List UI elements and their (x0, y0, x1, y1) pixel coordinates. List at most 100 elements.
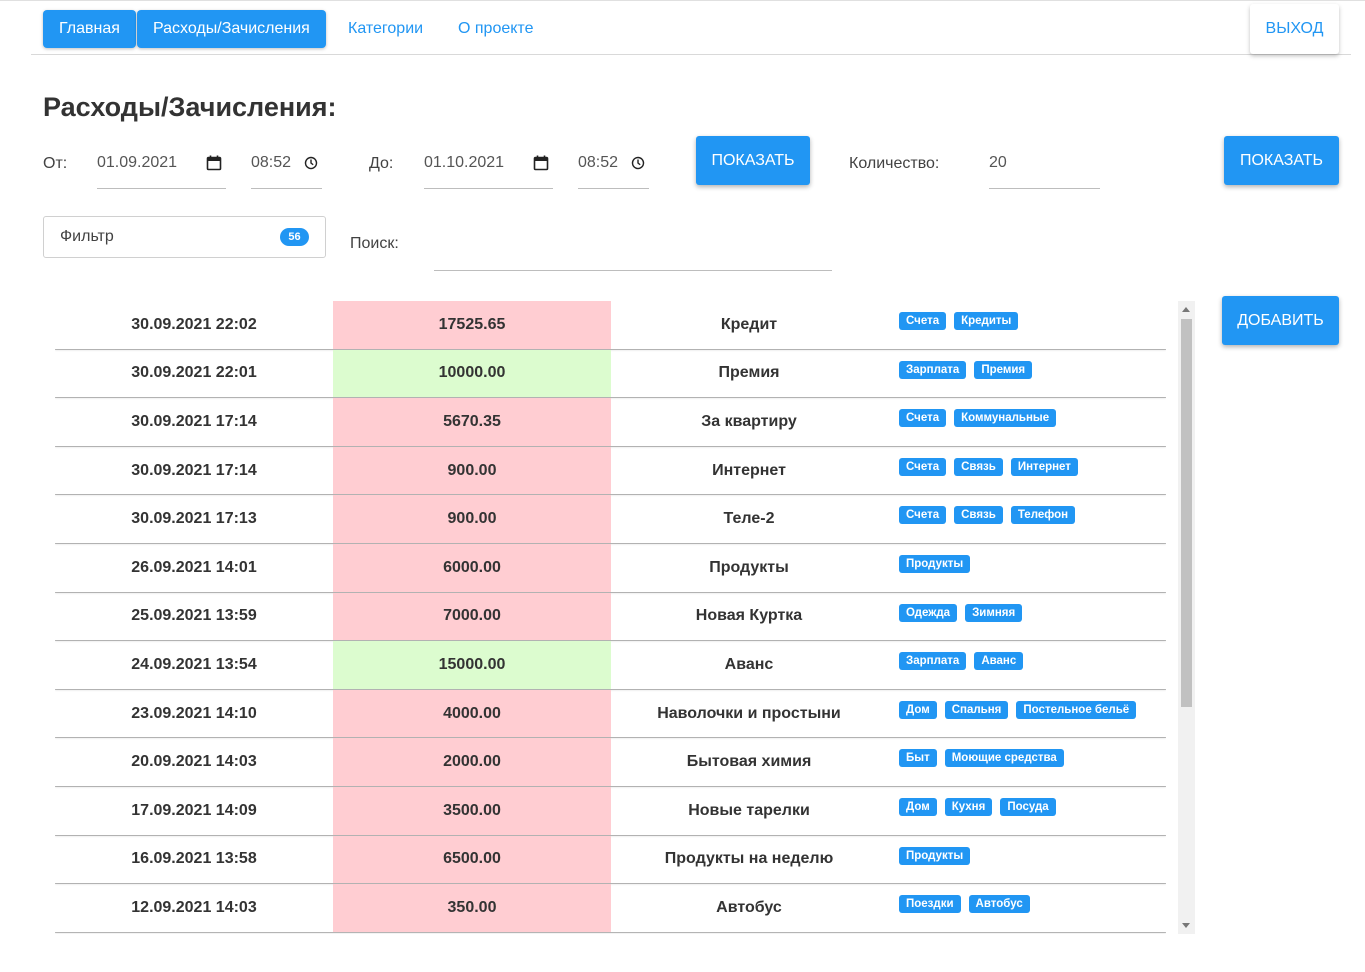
transaction-row[interactable]: 16.09.2021 13:58 6500.00 Продукты на недел… (55, 835, 1166, 885)
from-time-field[interactable]: 08:52 (251, 138, 322, 189)
transaction-date: 24.09.2021 13:54 (131, 655, 257, 673)
transaction-row[interactable]: 24.09.2021 13:54 15000.00 Аванс Зарплата Ава… (55, 641, 1166, 690)
category-tag[interactable]: Счета (899, 312, 947, 330)
add-button[interactable]: Добавить (1222, 296, 1339, 345)
nav-home[interactable]: Главная (43, 10, 136, 48)
transaction-tags: Поездки Автобус (899, 884, 1159, 932)
filter-dropdown[interactable]: Фильтр 56 (43, 216, 326, 258)
list-scrollbar[interactable] (1178, 301, 1195, 934)
nav-about[interactable]: О проекте (442, 10, 549, 48)
category-tag[interactable]: Интернет (1010, 457, 1078, 476)
transaction-row[interactable]: 30.09.2021 17:14 900.00 Интернет Счета Связь… (55, 446, 1166, 496)
transaction-name: Продукты на неделю (664, 850, 834, 868)
transaction-row[interactable]: 30.09.2021 17:13 900.00 Теле-2 Счета Связь Те… (55, 495, 1166, 544)
page-title: Расходы/Зачисления: (43, 92, 337, 122)
transaction-amount: 17525.65 (333, 301, 611, 349)
transaction-name: За квартиру (701, 412, 797, 430)
search-label: Поиск: (350, 235, 399, 252)
category-tag[interactable]: Зарплата (899, 360, 967, 379)
category-tag[interactable]: Дом (899, 797, 937, 816)
category-tag[interactable]: Зарплата (899, 652, 967, 671)
transaction-date: 30.09.2021 17:13 (131, 510, 257, 528)
transaction-name: Автобус (716, 898, 782, 916)
calendar-icon[interactable] (206, 155, 222, 171)
transaction-amount: 7000.00 (333, 592, 611, 641)
navbar: Главная Расходы/Зачисления Категории О п… (31, 4, 1351, 55)
clock-icon[interactable] (304, 156, 318, 170)
category-tag[interactable]: Счета (899, 409, 947, 428)
category-tag[interactable]: Продукты (899, 554, 971, 573)
transaction-date: 12.09.2021 14:03 (131, 898, 257, 916)
transaction-tags: Счета Связь Интернет (899, 447, 1159, 495)
scrollbar-thumb[interactable] (1181, 319, 1192, 707)
category-tag[interactable]: Счета (899, 506, 947, 525)
logout-button[interactable]: Выход (1250, 4, 1339, 54)
transaction-name: Теле-2 (723, 510, 775, 528)
transaction-row[interactable]: 20.09.2021 14:03 2000.00 Бытовая химия Быт М… (55, 738, 1166, 787)
transaction-tags: Зарплата Премия (899, 350, 1159, 398)
category-tag[interactable]: Продукты (899, 846, 971, 865)
scroll-up-arrow[interactable] (1182, 307, 1190, 312)
transaction-name: Наволочки и простыни (657, 704, 841, 722)
search-input[interactable] (434, 220, 832, 271)
transaction-date: 16.09.2021 13:58 (131, 850, 257, 868)
category-tag[interactable]: Аванс (974, 652, 1024, 671)
category-tag[interactable]: Счета (899, 457, 947, 476)
show-period-button[interactable]: Показать (696, 136, 810, 185)
nav-categories[interactable]: Категории (332, 10, 439, 48)
category-tag[interactable]: Спальня (944, 700, 1009, 719)
category-tag[interactable]: Премия (974, 360, 1033, 379)
count-label: Количество: (849, 155, 940, 172)
from-date-field[interactable]: 01.09.2021 (97, 138, 226, 189)
transaction-date: 25.09.2021 13:59 (131, 607, 257, 625)
transaction-date: 30.09.2021 22:01 (131, 364, 257, 382)
scroll-down-arrow[interactable] (1182, 923, 1190, 928)
transaction-date: 30.09.2021 17:14 (131, 461, 257, 479)
transaction-tags: Дом Спальня Постельное бельё (899, 690, 1159, 738)
category-tag[interactable]: Постельное бельё (1016, 700, 1137, 719)
transaction-row[interactable]: 25.09.2021 13:59 7000.00 Новая Куртка Одежд… (55, 592, 1166, 642)
transaction-amount: 900.00 (333, 446, 611, 495)
category-tag[interactable]: Дом (899, 700, 937, 719)
category-tag[interactable]: Телефон (1010, 506, 1076, 525)
transaction-name: Премия (718, 364, 780, 382)
transaction-name: Кредит (720, 315, 778, 333)
transaction-row[interactable]: 12.09.2021 14:03 350.00 Автобус Поездки Авто… (55, 884, 1166, 933)
category-tag[interactable]: Связь (954, 457, 1003, 476)
to-date-field[interactable]: 01.10.2021 (424, 138, 553, 189)
transaction-amount: 5670.35 (333, 398, 611, 446)
category-tag[interactable]: Поездки (899, 895, 961, 914)
category-tag[interactable]: Автобус (968, 895, 1030, 914)
transaction-date: 30.09.2021 22:02 (131, 315, 257, 333)
transaction-tags: Счета Связь Телефон (899, 495, 1159, 543)
category-tag[interactable]: Коммунальные (954, 409, 1057, 428)
transaction-name: Продукты (709, 558, 789, 576)
transaction-date: 23.09.2021 14:10 (131, 704, 257, 722)
transaction-row[interactable]: 17.09.2021 14:09 3500.00 Новые тарелки Дом К… (55, 786, 1166, 836)
category-tag[interactable]: Посуда (1000, 797, 1056, 816)
transaction-row[interactable]: 23.09.2021 14:10 4000.00 Наволочки и прост… (55, 689, 1166, 739)
transaction-row[interactable]: 30.09.2021 22:02 17525.65 Кредит Счета Креди… (55, 301, 1166, 350)
transaction-date: 17.09.2021 14:09 (131, 801, 257, 819)
category-tag[interactable]: Зимняя (965, 603, 1023, 622)
category-tag[interactable]: Одежда (899, 603, 958, 622)
category-tag[interactable]: Моющие средства (944, 749, 1064, 768)
count-input[interactable]: 20 (989, 138, 1100, 189)
category-tag[interactable]: Связь (954, 506, 1003, 525)
category-tag[interactable]: Кухня (944, 797, 993, 816)
transaction-tags: Зарплата Аванс (899, 641, 1159, 689)
transaction-row[interactable]: 30.09.2021 17:14 5670.35 За квартиру Счета К… (55, 398, 1166, 447)
filter-label: Фильтр (60, 228, 114, 245)
clock-icon[interactable] (631, 156, 645, 170)
category-tag[interactable]: Быт (899, 749, 937, 768)
to-label: До: (369, 155, 394, 172)
show-count-button[interactable]: Показать (1224, 136, 1339, 185)
calendar-icon[interactable] (533, 155, 549, 171)
category-tag[interactable]: Кредиты (954, 312, 1019, 330)
to-time-field[interactable]: 08:52 (578, 138, 649, 189)
nav-transactions[interactable]: Расходы/Зачисления (137, 10, 326, 48)
transaction-row[interactable]: 26.09.2021 14:01 6000.00 Продукты Продукты (55, 543, 1166, 593)
transaction-row[interactable]: 30.09.2021 22:01 10000.00 Премия Зарплата Пр… (55, 349, 1166, 399)
transaction-amount: 15000.00 (333, 641, 611, 689)
from-time-value: 08:52 (251, 154, 292, 171)
